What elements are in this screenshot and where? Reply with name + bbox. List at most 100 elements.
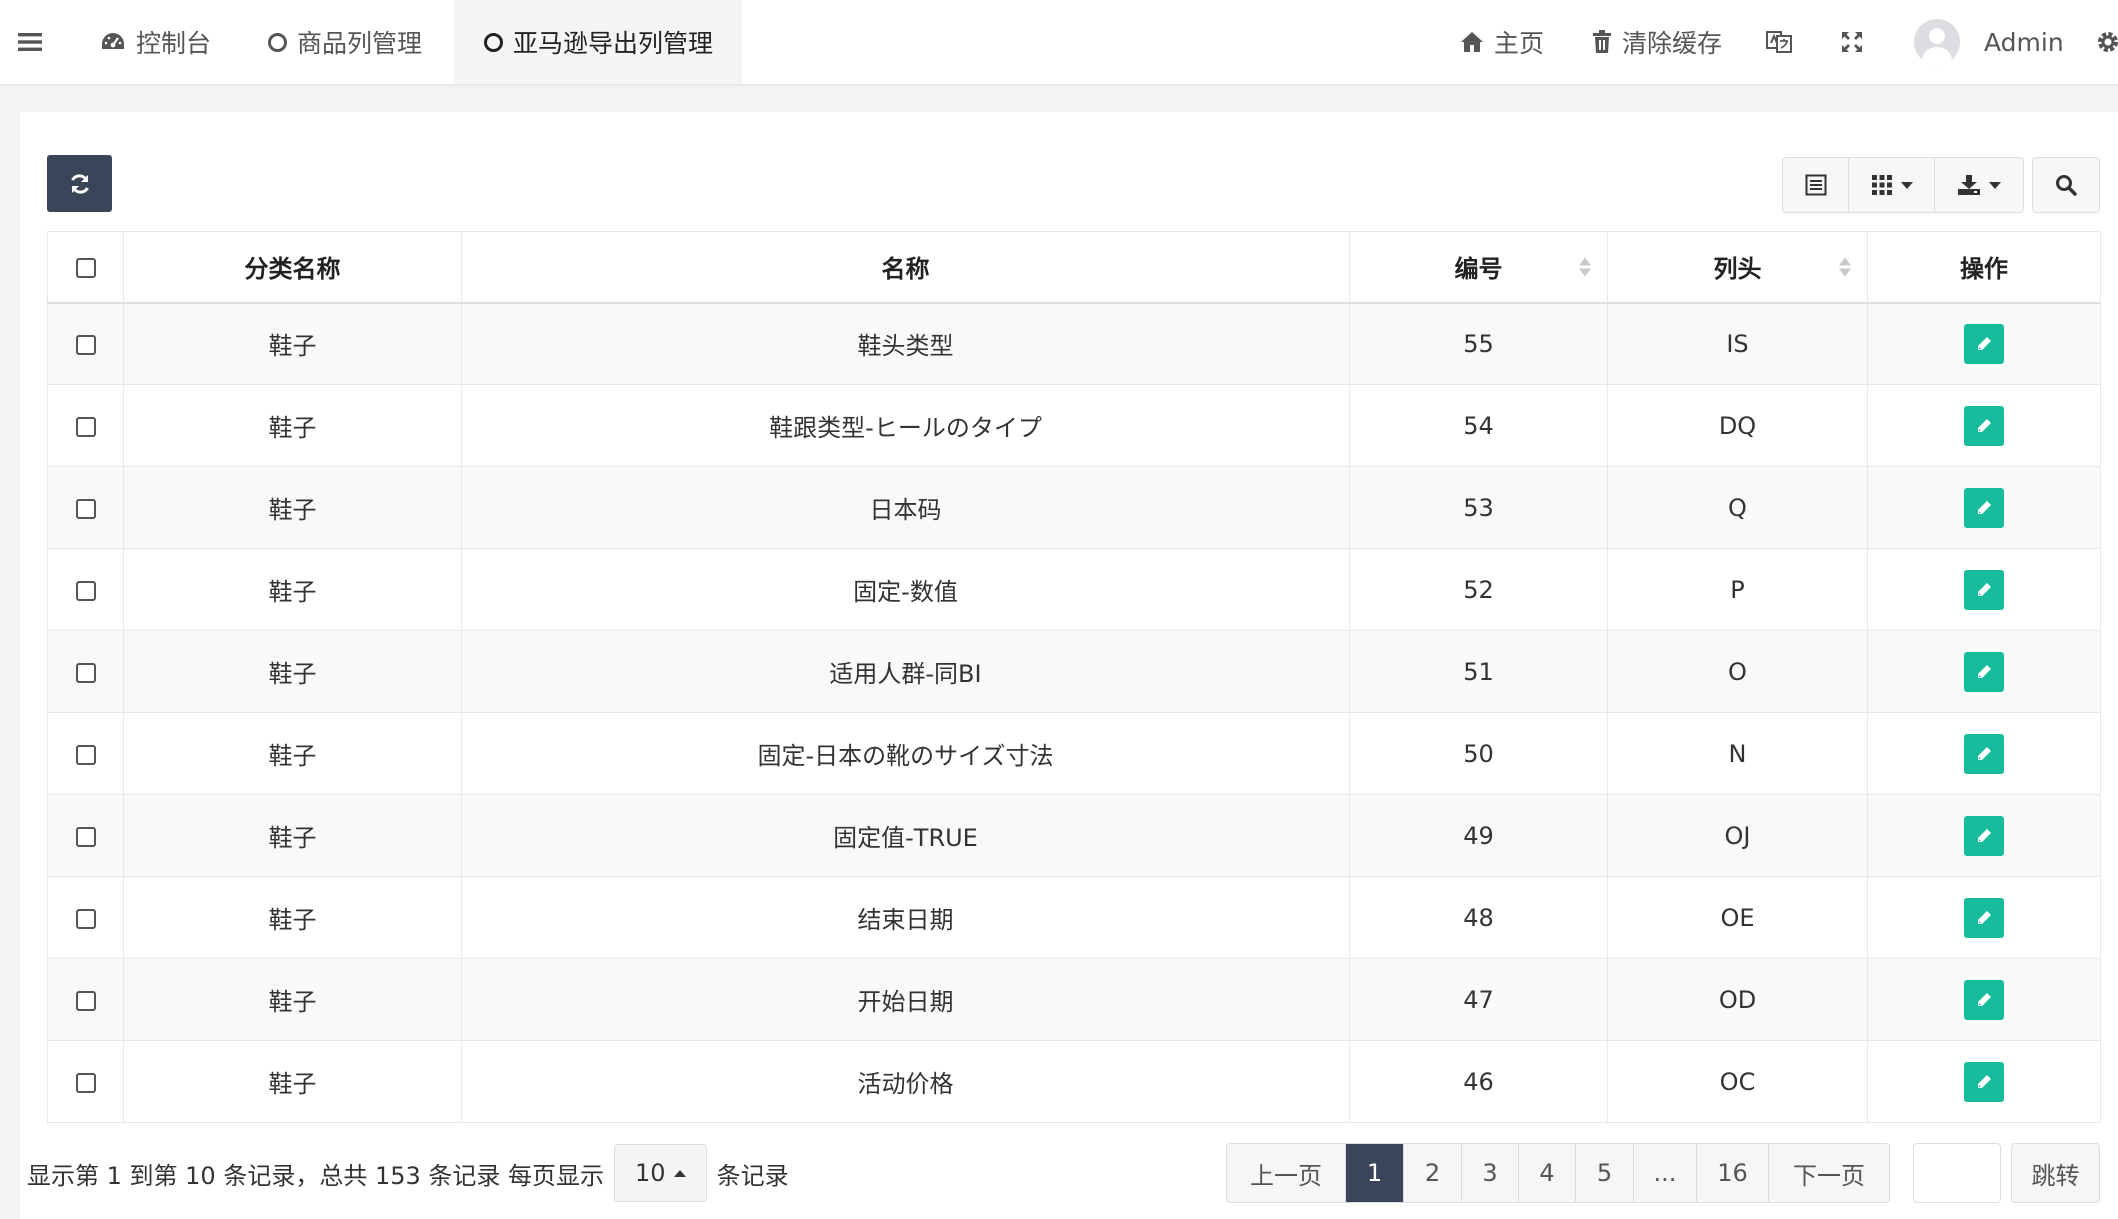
columns-dropdown-button[interactable] [1849, 158, 1935, 212]
settings-button[interactable] [2096, 0, 2118, 84]
cell-category: 鞋子 [123, 958, 462, 1041]
tab-product-columns[interactable]: 商品列管理 [268, 0, 422, 84]
row-checkbox[interactable] [75, 334, 96, 355]
pencil-icon [1978, 582, 1991, 596]
circle-icon [484, 32, 503, 52]
edit-button[interactable] [1964, 323, 2004, 364]
sort-icon [1579, 257, 1591, 277]
cell-header: Q [1607, 466, 1868, 549]
list-view-icon [1805, 174, 1826, 196]
clear-cache-button[interactable]: 清除缓存 [1592, 0, 1722, 84]
cell-actions [1867, 302, 2101, 385]
edit-button[interactable] [1964, 405, 2004, 446]
user-menu[interactable]: Admin [1914, 0, 2064, 84]
pagination: 上一页 1 2 3 4 5 ... 16 下一页 [1226, 1143, 1890, 1203]
next-page-button[interactable]: 下一页 [1769, 1144, 1889, 1202]
cell-name: 开始日期 [461, 958, 1350, 1041]
row-checkbox[interactable] [75, 1072, 96, 1093]
cell-header: OE [1607, 876, 1868, 959]
page-2-button[interactable]: 2 [1404, 1144, 1462, 1202]
cell-name: 鞋头类型 [461, 302, 1350, 385]
row-checkbox[interactable] [75, 498, 96, 519]
page-3-button[interactable]: 3 [1462, 1144, 1519, 1202]
row-select-cell [47, 466, 124, 549]
row-select-cell [47, 302, 124, 385]
toggle-view-button[interactable] [1783, 158, 1849, 212]
table-row: 鞋子 鞋跟类型-ヒールのタイプ 54 DQ [47, 384, 2101, 467]
table-row: 鞋子 开始日期 47 OD [47, 958, 2101, 1041]
cell-number: 52 [1349, 548, 1608, 631]
cell-actions [1867, 712, 2101, 795]
cell-category: 鞋子 [123, 384, 462, 467]
page-16-button[interactable]: 16 [1697, 1144, 1769, 1202]
cell-actions [1867, 794, 2101, 877]
cell-number: 51 [1349, 630, 1608, 713]
trash-icon [1593, 30, 1611, 53]
page-4-button[interactable]: 4 [1519, 1144, 1576, 1202]
refresh-button[interactable] [47, 155, 112, 212]
table-row: 鞋子 适用人群-同BI 51 O [47, 630, 2101, 713]
page-size-select[interactable]: 10 [614, 1144, 707, 1202]
fullscreen-icon [1842, 32, 1862, 52]
pencil-icon [1978, 664, 1991, 678]
table-header-row: 分类名称 名称 编号 列头 操作 [47, 231, 2101, 304]
edit-button[interactable] [1964, 487, 2004, 528]
pagination-info-prefix: 显示第 1 到第 10 条记录，总共 153 条记录 每页显示 [27, 1161, 605, 1190]
select-all-checkbox[interactable] [75, 257, 96, 278]
column-header-category[interactable]: 分类名称 [123, 231, 462, 304]
tab-label: 亚马逊导出列管理 [513, 29, 714, 58]
prev-page-button[interactable]: 上一页 [1227, 1144, 1346, 1202]
chevron-up-icon [673, 1169, 686, 1177]
column-header-label: 编号 [1454, 255, 1503, 284]
jump-page-input[interactable] [1913, 1143, 2001, 1203]
row-select-cell [47, 630, 124, 713]
tab-dashboard[interactable]: 控制台 [100, 0, 211, 84]
column-header-header[interactable]: 列头 [1607, 231, 1868, 304]
cell-category: 鞋子 [123, 712, 462, 795]
tab-amazon-export-columns[interactable]: 亚马逊导出列管理 [454, 0, 742, 84]
pencil-icon [1978, 1074, 1991, 1088]
row-checkbox[interactable] [75, 580, 96, 601]
row-checkbox[interactable] [75, 826, 96, 847]
edit-button[interactable] [1964, 1061, 2004, 1102]
edit-button[interactable] [1964, 733, 2004, 774]
table-row: 鞋子 日本码 53 Q [47, 466, 2101, 549]
clear-cache-label: 清除缓存 [1622, 29, 1723, 58]
export-dropdown-button[interactable] [1935, 158, 2023, 212]
edit-button[interactable] [1964, 569, 2004, 610]
cell-name: 固定-日本の靴のサイズ寸法 [461, 712, 1350, 795]
search-toggle-button[interactable] [2032, 157, 2100, 213]
data-table: 分类名称 名称 编号 列头 操作 鞋子 鞋头类型 55 IS 鞋子 鞋跟类型-ヒ… [47, 231, 2101, 1123]
table-toolbar [1782, 157, 2024, 213]
edit-button[interactable] [1964, 815, 2004, 856]
row-checkbox[interactable] [75, 744, 96, 765]
row-checkbox[interactable] [75, 908, 96, 929]
page-1-button[interactable]: 1 [1346, 1144, 1404, 1202]
row-checkbox[interactable] [75, 990, 96, 1011]
home-link[interactable]: 主页 [1460, 0, 1544, 84]
table-row: 鞋子 结束日期 48 OE [47, 876, 2101, 959]
jump-button[interactable]: 跳转 [2011, 1143, 2100, 1203]
row-checkbox[interactable] [75, 416, 96, 437]
edit-button[interactable] [1964, 651, 2004, 692]
page-5-button[interactable]: 5 [1576, 1144, 1634, 1202]
edit-button[interactable] [1964, 897, 2004, 938]
menu-toggle-button[interactable] [18, 0, 52, 84]
cell-actions [1867, 548, 2101, 631]
column-header-number[interactable]: 编号 [1349, 231, 1608, 304]
home-icon [1461, 32, 1483, 52]
row-checkbox[interactable] [75, 662, 96, 683]
column-header-name[interactable]: 名称 [461, 231, 1350, 304]
cell-number: 55 [1349, 302, 1608, 385]
pencil-icon [1978, 418, 1991, 432]
table-row: 鞋子 活动价格 46 OC [47, 1040, 2101, 1123]
cell-name: 结束日期 [461, 876, 1350, 959]
cell-actions [1867, 630, 2101, 713]
cell-header: OC [1607, 1040, 1868, 1123]
cell-name: 适用人群-同BI [461, 630, 1350, 713]
cell-number: 48 [1349, 876, 1608, 959]
cell-number: 47 [1349, 958, 1608, 1041]
language-toggle-button[interactable] [1766, 0, 1792, 84]
edit-button[interactable] [1964, 979, 2004, 1020]
fullscreen-button[interactable] [1840, 0, 1864, 84]
